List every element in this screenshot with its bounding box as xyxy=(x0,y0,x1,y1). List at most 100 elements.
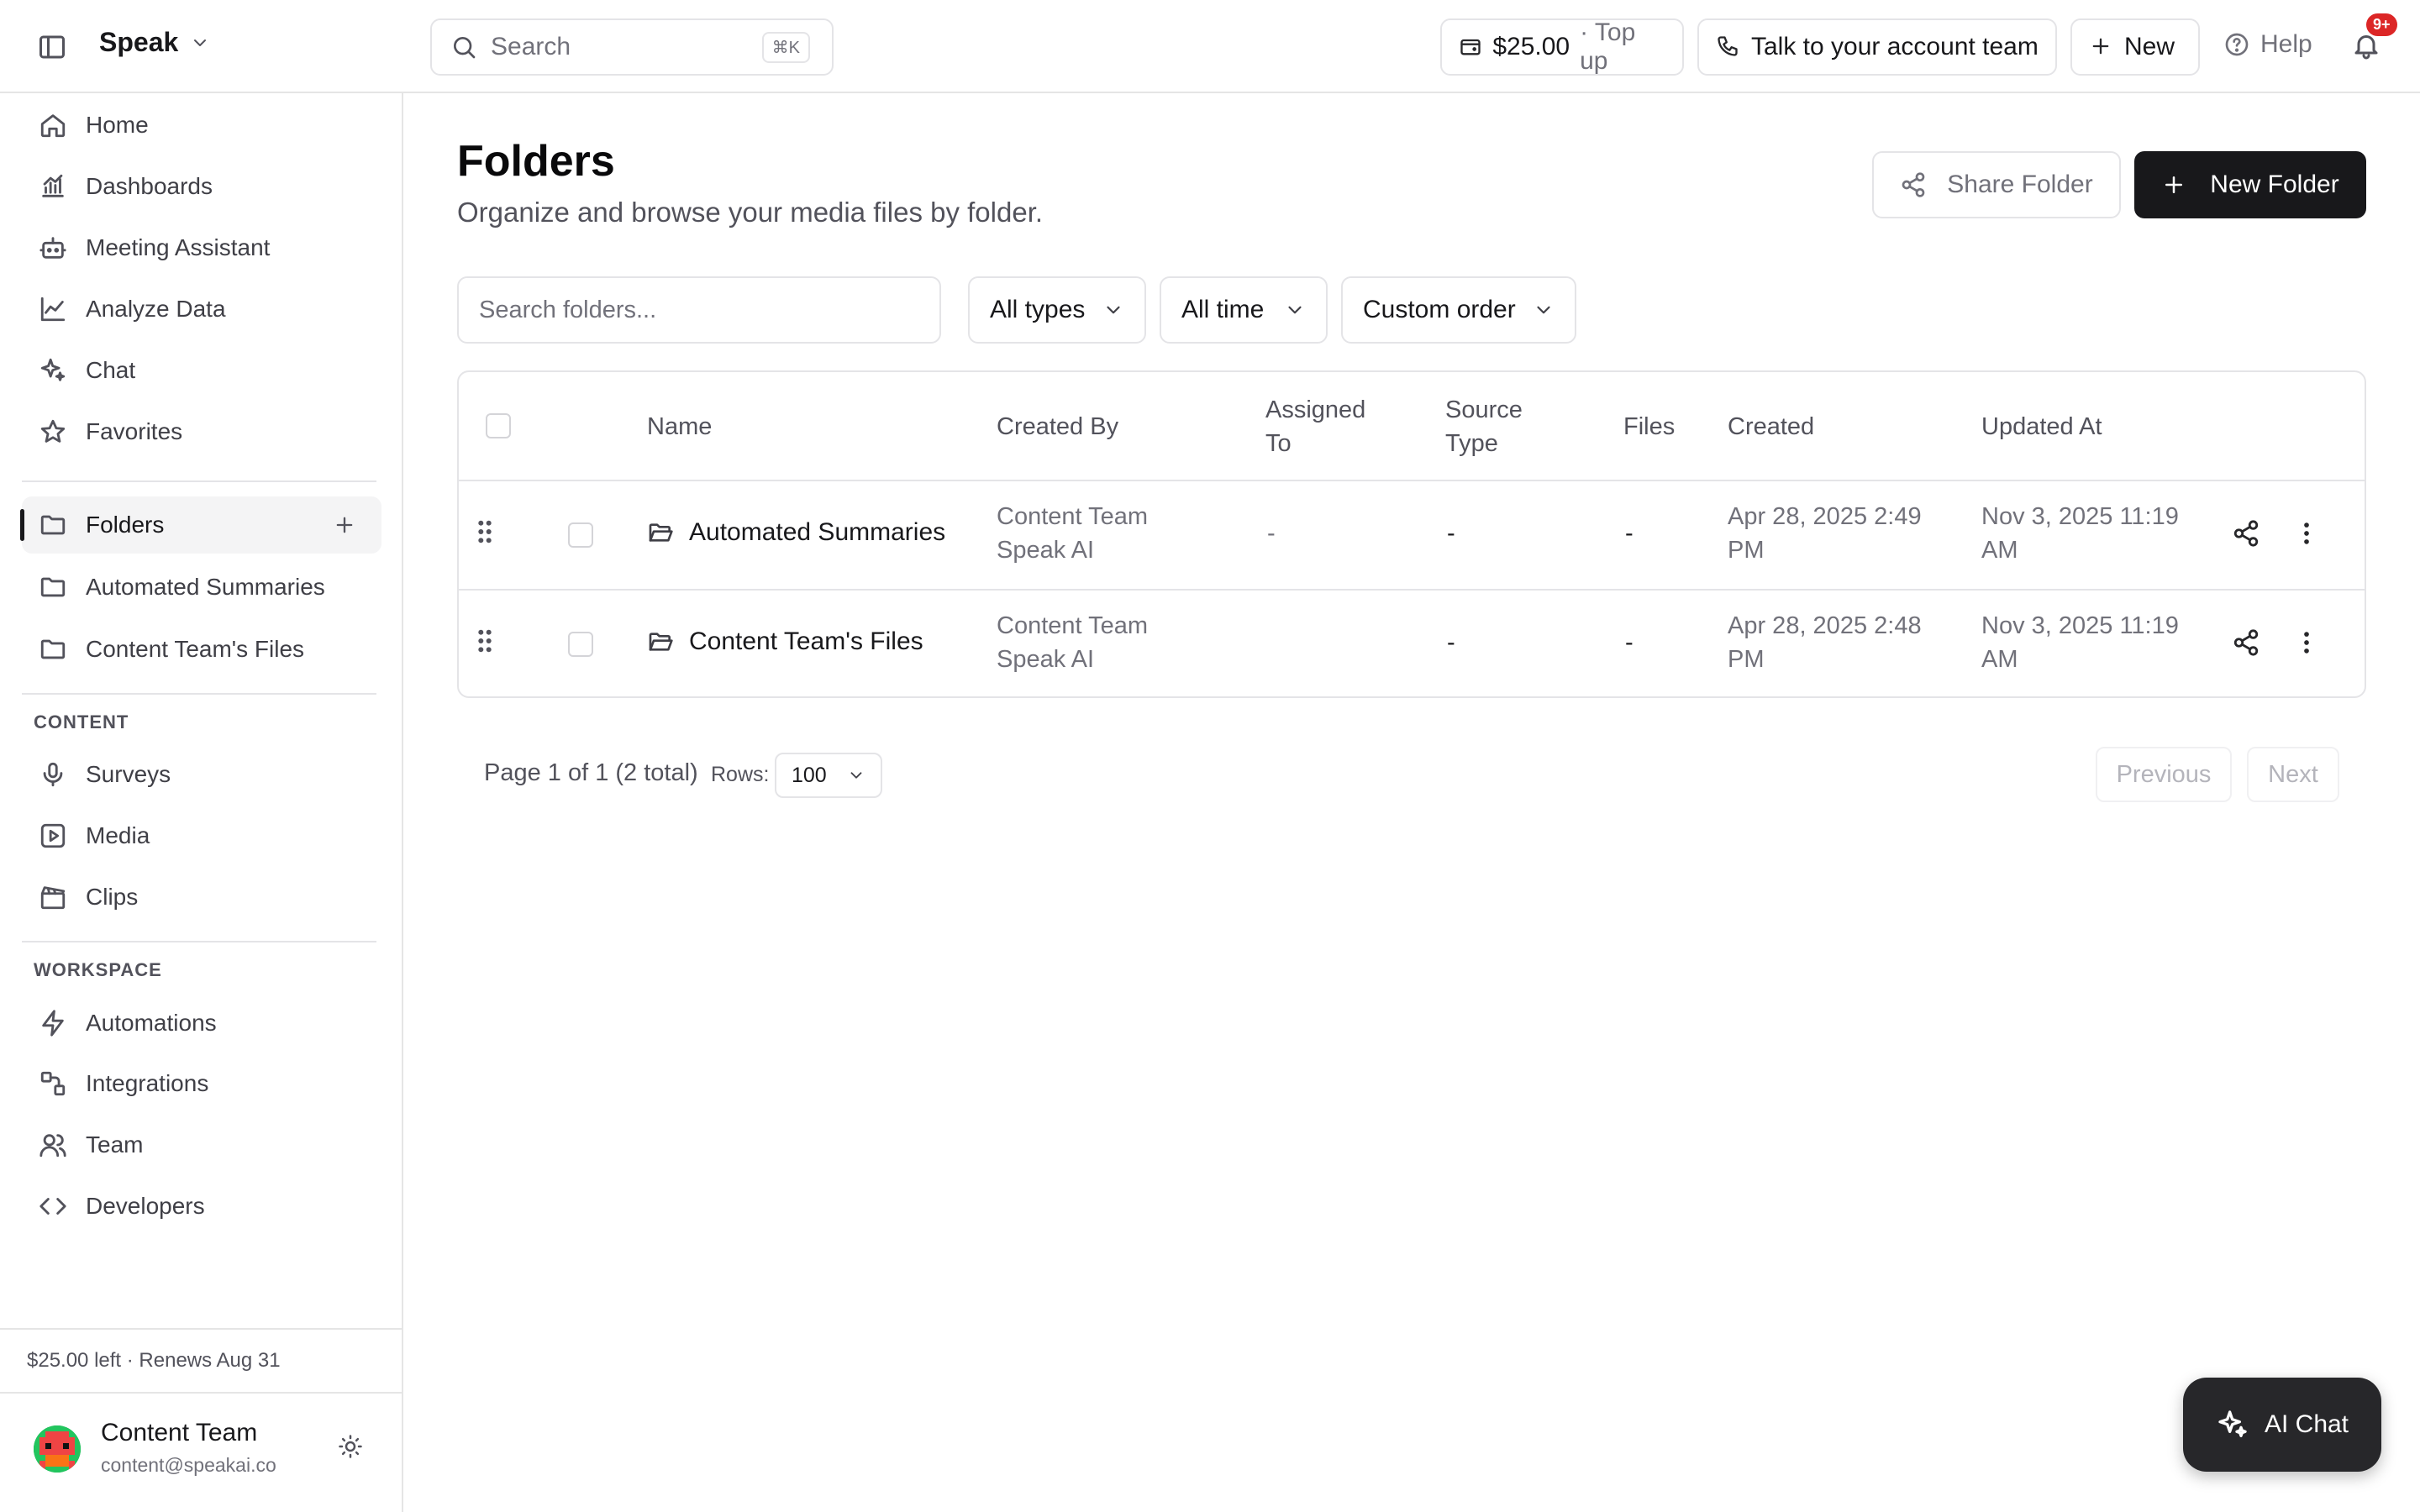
integrations-icon xyxy=(39,1069,67,1098)
sidebar-item-label: Clips xyxy=(86,884,139,910)
folder-name-link[interactable]: Automated Summaries xyxy=(647,518,945,547)
rows-per-page-select[interactable]: 100 xyxy=(775,753,882,798)
folder-icon xyxy=(39,511,67,539)
chevron-down-icon xyxy=(1102,299,1124,321)
new-folder-button[interactable]: New Folder xyxy=(2134,151,2366,218)
team-icon xyxy=(39,1131,67,1159)
time-filter-select[interactable]: All time xyxy=(1160,276,1328,344)
help-label: Help xyxy=(2260,30,2312,58)
files-cell: - xyxy=(1625,629,1634,656)
new-button[interactable]: New xyxy=(2070,18,2200,76)
drag-handle-icon[interactable] xyxy=(476,628,494,654)
help-button[interactable]: Help xyxy=(2223,30,2312,59)
sidebar-item-team[interactable]: Team xyxy=(22,1116,381,1173)
column-header-created-by[interactable]: Created By xyxy=(997,410,1118,444)
sidebar-item-label: Dashboards xyxy=(86,173,213,199)
sidebar-item-meeting-assistant[interactable]: Meeting Assistant xyxy=(22,219,381,276)
plus-icon xyxy=(2089,34,2114,60)
sparkles-icon xyxy=(39,356,67,385)
column-header-created[interactable]: Created xyxy=(1728,410,1814,444)
column-header-name[interactable]: Name xyxy=(647,410,712,444)
sidebar-item-label: Automations xyxy=(86,1010,217,1036)
column-header-source-type[interactable]: Source Type xyxy=(1445,393,1523,460)
folder-open-icon xyxy=(647,628,674,655)
sidebar-item-automations[interactable]: Automations xyxy=(22,995,381,1052)
folder-search-input[interactable] xyxy=(457,276,941,344)
chevron-down-icon xyxy=(1284,299,1306,321)
ai-chat-button[interactable]: AI Chat xyxy=(2183,1378,2381,1472)
sidebar-item-label: Meeting Assistant xyxy=(86,234,271,260)
folder-name-link[interactable]: Content Team's Files xyxy=(647,627,923,656)
sidebar-item-chat[interactable]: Chat xyxy=(22,342,381,399)
avatar[interactable] xyxy=(34,1425,81,1473)
sidebar-item-analyze-data[interactable]: Analyze Data xyxy=(22,281,381,338)
chevron-down-icon xyxy=(1533,299,1555,321)
created-line: PM xyxy=(1728,646,1765,673)
updated-line: Nov 3, 2025 11:19 xyxy=(1981,612,2179,639)
column-header-line: To xyxy=(1265,430,1292,457)
sidebar-item-surveys[interactable]: Surveys xyxy=(22,746,381,803)
sidebar-item-label: Analyze Data xyxy=(86,296,226,322)
sidebar-item-developers[interactable]: Developers xyxy=(22,1178,381,1235)
folder-icon xyxy=(39,635,67,664)
sidebar-item-favorites[interactable]: Favorites xyxy=(22,403,381,460)
sidebar-item-label: Team xyxy=(86,1131,144,1158)
previous-page-button[interactable]: Previous xyxy=(2096,747,2232,802)
select-all-checkbox[interactable] xyxy=(486,413,511,438)
pagination-summary: Page 1 of 1 (2 total) xyxy=(484,759,698,786)
sidebar-item-clips[interactable]: Clips xyxy=(22,869,381,926)
drag-handle-icon[interactable] xyxy=(476,519,494,544)
share-folder-label: Share Folder xyxy=(1947,171,2093,198)
row-checkbox[interactable] xyxy=(568,632,593,657)
workspace-switcher[interactable]: Speak xyxy=(99,27,210,58)
next-page-button[interactable]: Next xyxy=(2247,747,2339,802)
line-chart-icon xyxy=(39,295,67,323)
folders-table: Name Created By Assigned To Source Type … xyxy=(457,370,2366,698)
sidebar-item-media[interactable]: Media xyxy=(22,807,381,864)
row-divider xyxy=(459,589,2365,591)
share-folder-button[interactable]: Share Folder xyxy=(1872,151,2121,218)
more-options-icon[interactable] xyxy=(2292,519,2321,548)
rows-per-page-label: Rows: xyxy=(711,763,770,786)
balance-topup-button[interactable]: $25.00 · Top up xyxy=(1440,18,1684,76)
column-header-assigned-to[interactable]: Assigned To xyxy=(1265,393,1365,460)
global-search[interactable]: Search ⌘K xyxy=(430,18,834,76)
files-cell: - xyxy=(1625,520,1634,547)
new-label: New xyxy=(2124,33,2175,60)
updated-cell: Nov 3, 2025 11:19 AM xyxy=(1981,609,2179,676)
assigned-to-cell: - xyxy=(1267,520,1276,547)
search-icon xyxy=(450,34,477,60)
sidebar-item-integrations[interactable]: Integrations xyxy=(22,1055,381,1112)
sidebar-item-dashboards[interactable]: Dashboards xyxy=(22,158,381,215)
column-header-updated-at[interactable]: Updated At xyxy=(1981,410,2102,444)
share-icon xyxy=(1900,171,1927,198)
sidebar-item-label: Integrations xyxy=(86,1070,209,1096)
app-name: Speak xyxy=(99,27,179,57)
sidebar-item-automated-summaries[interactable]: Automated Summaries xyxy=(22,559,381,616)
sidebar-item-content-teams-files[interactable]: Content Team's Files xyxy=(22,621,381,678)
updated-line: AM xyxy=(1981,537,2018,564)
sidebar-item-home[interactable]: Home xyxy=(22,97,381,154)
folder-name: Automated Summaries xyxy=(689,518,946,546)
balance-amount: $25.00 xyxy=(1492,33,1570,60)
sparkles-icon xyxy=(2216,1408,2249,1441)
bot-icon xyxy=(39,234,67,262)
sidebar-item-label: Developers xyxy=(86,1193,205,1219)
add-folder-icon[interactable] xyxy=(333,513,356,537)
topup-label: · Top up xyxy=(1580,18,1636,75)
talk-to-account-team-button[interactable]: Talk to your account team xyxy=(1697,18,2057,76)
column-header-files[interactable]: Files xyxy=(1623,410,1675,444)
sidebar-item-folders[interactable]: Folders xyxy=(22,496,381,554)
type-filter-select[interactable]: All types xyxy=(968,276,1146,344)
created-by-line: Content Team xyxy=(997,503,1149,530)
chart-icon xyxy=(39,172,67,201)
order-filter-select[interactable]: Custom order xyxy=(1341,276,1576,344)
theme-toggle-icon[interactable] xyxy=(338,1434,363,1459)
created-by-line: Content Team xyxy=(997,612,1149,639)
sidebar-divider xyxy=(22,480,376,482)
sidebar-toggle-icon[interactable] xyxy=(37,32,67,62)
row-checkbox[interactable] xyxy=(568,522,593,548)
share-icon[interactable] xyxy=(2232,628,2260,657)
share-icon[interactable] xyxy=(2232,519,2260,548)
more-options-icon[interactable] xyxy=(2292,628,2321,657)
